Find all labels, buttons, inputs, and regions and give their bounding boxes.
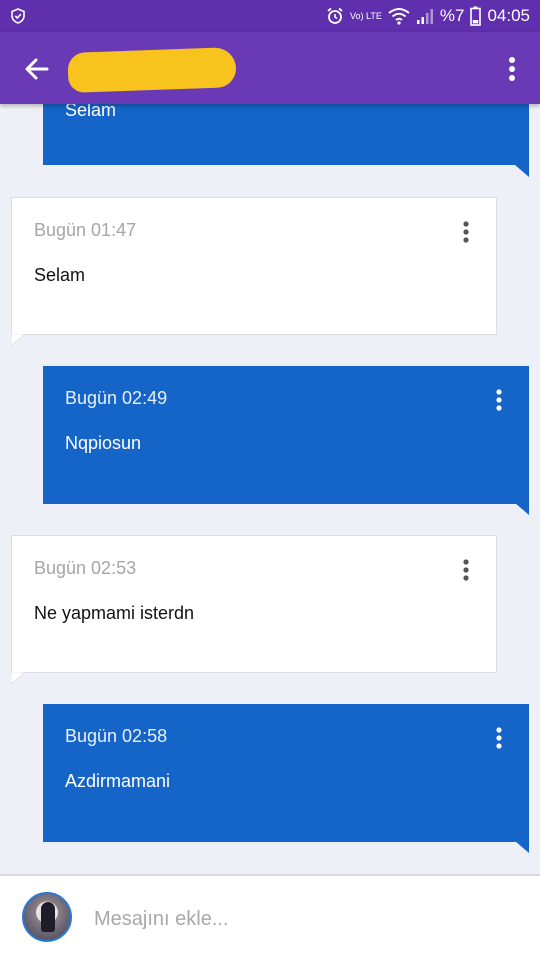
message-menu-icon[interactable] bbox=[456, 220, 476, 244]
status-time: 04:05 bbox=[487, 6, 530, 25]
message-text: Selam bbox=[65, 104, 117, 120]
bubble-tail bbox=[515, 165, 529, 177]
message-time: Bugün 01:47 bbox=[34, 220, 137, 240]
shield-icon bbox=[11, 8, 25, 24]
lte-indicator: Vo) LTE bbox=[350, 10, 382, 21]
message-composer bbox=[0, 874, 540, 962]
message-bubble-received[interactable]: Bugün 01:47 Selam bbox=[11, 197, 497, 335]
message-text: Nqpiosun bbox=[65, 433, 142, 453]
message-text: Ne yapmami isterdn bbox=[34, 603, 195, 623]
wifi-icon bbox=[388, 8, 410, 25]
message-menu-icon[interactable] bbox=[489, 726, 509, 750]
message-bubble-sent[interactable]: Bugün 02:58 Azdirmamani bbox=[43, 704, 529, 842]
avatar[interactable] bbox=[22, 892, 72, 942]
more-vert-icon[interactable] bbox=[502, 54, 522, 84]
message-time: Bugün 02:58 bbox=[65, 726, 168, 746]
signal-icon bbox=[416, 9, 433, 24]
message-bubble-received[interactable]: Bugün 02:53 Ne yapmami isterdn bbox=[11, 535, 497, 673]
message-text: Selam bbox=[34, 265, 86, 285]
bubble-tail bbox=[515, 503, 529, 515]
redacted-contact-name bbox=[67, 47, 237, 93]
bubble-tail bbox=[11, 672, 25, 684]
message-time: Bugün 02:49 bbox=[65, 388, 168, 408]
bubble-tail bbox=[11, 334, 25, 346]
message-list[interactable]: Selam Bugün 01:47 Selam Bugün 02:49 Nqpi… bbox=[0, 104, 540, 874]
message-bubble-sent[interactable]: Selam bbox=[43, 104, 529, 165]
bubble-tail bbox=[515, 841, 529, 853]
avatar-figure bbox=[41, 902, 55, 932]
message-menu-icon[interactable] bbox=[456, 558, 476, 582]
app-bar bbox=[0, 32, 540, 104]
message-text: Azdirmamani bbox=[65, 771, 171, 791]
message-menu-icon[interactable] bbox=[489, 388, 509, 412]
battery-icon bbox=[470, 6, 482, 26]
arrow-left-icon[interactable] bbox=[22, 54, 52, 84]
message-input[interactable] bbox=[94, 904, 494, 934]
message-bubble-sent[interactable]: Bugün 02:49 Nqpiosun bbox=[43, 366, 529, 504]
message-time: Bugün 02:53 bbox=[34, 558, 137, 578]
battery-percent: %7 bbox=[439, 6, 465, 25]
alarm-icon bbox=[327, 7, 343, 24]
status-bar: Vo) LTE %7 04:05 bbox=[0, 0, 540, 32]
